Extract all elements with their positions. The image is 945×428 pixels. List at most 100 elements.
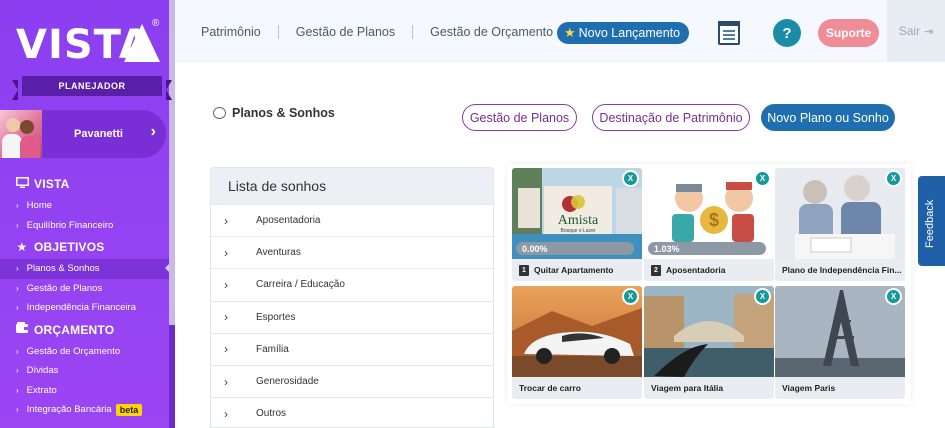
sidebar-item-independencia[interactable]: › Independência Financeira [0, 298, 169, 318]
sidebar-item-label: Planos & Sonhos [26, 263, 100, 275]
logout-button[interactable]: Sair ⇥ [887, 0, 945, 62]
close-icon[interactable]: X [622, 288, 639, 305]
chevron-right-icon: › [16, 201, 19, 211]
dream-card[interactable]: X Trocar de carro [512, 286, 642, 399]
sidebar-item-label: Equilíbrio Financeiro [26, 219, 114, 231]
beta-badge: beta [115, 403, 143, 416]
sidebar-item-gestao-orcamento[interactable]: › Gestão de Orçamento [0, 342, 169, 362]
chevron-right-icon: › [150, 123, 156, 140]
page-title: Planos & Sonhos [213, 106, 335, 120]
sidebar-item-integracao[interactable]: › Integração Bancária beta [0, 400, 169, 420]
list-item[interactable]: › Esportes [211, 300, 493, 333]
help-button[interactable]: ? [773, 19, 801, 47]
chevron-right-icon: › [224, 277, 228, 292]
list-item[interactable]: › Outros [211, 397, 493, 427]
new-plan-button[interactable]: Novo Plano ou Sonho [761, 104, 895, 131]
sidebar-item-label: Integração Bancária [26, 404, 112, 416]
logo-ribbon: PLANEJADOR [12, 76, 172, 100]
close-icon[interactable]: X [754, 170, 771, 187]
topnav-gestao-orcamento[interactable]: Gestão de Orçamento [430, 25, 553, 39]
list-item-label: Aventuras [256, 247, 301, 259]
top-nav: Patrimônio Gestão de Planos Gestão de Or… [201, 25, 553, 39]
sidebar-item-label: Independência Financeira [26, 302, 137, 314]
list-item[interactable]: › Aposentadoria [211, 204, 493, 236]
dream-card[interactable]: $ 1.03% X 2 Aposentadoria [644, 168, 774, 281]
sidebar-item-label: Gestão de Planos [26, 282, 103, 294]
sidebar-section-vista[interactable]: VISTA [0, 172, 169, 196]
topnav-gestao-planos[interactable]: Gestão de Planos [296, 25, 395, 39]
new-launch-label: Novo Lançamento [578, 26, 681, 40]
sidebar: VISTA ® PLANEJADOR Pavanetti › VISTA › Ho… [0, 0, 175, 428]
list-item[interactable]: › Carreira / Educação [211, 268, 493, 300]
monitor-icon [15, 176, 29, 192]
card-caption: Viagem para Itália [644, 377, 774, 399]
card-title: Viagem Paris [782, 383, 836, 393]
list-item-label: Outros [256, 408, 287, 420]
sidebar-item-planos-sonhos[interactable]: › Planos & Sonhos [0, 259, 169, 279]
sidebar-scrollbar[interactable] [169, 0, 175, 428]
chevron-right-icon: › [16, 283, 19, 293]
sidebar-section-orcamento[interactable]: ORÇAMENTO [0, 318, 169, 342]
user-name: Pavanetti [74, 128, 123, 140]
list-item[interactable]: › Generosidade [211, 364, 493, 397]
svg-text:$: $ [709, 210, 719, 230]
chevron-right-icon: › [16, 220, 19, 230]
card-title: Plano de Independência Fin... [782, 265, 902, 275]
sidebar-nav: VISTA › Home › Equilíbrio Financeiro ★ OBJ… [0, 172, 169, 420]
topnav-patrimonio[interactable]: Patrimônio [201, 25, 261, 39]
destinacao-patrimonio-button[interactable]: Destinação de Patrimônio [592, 104, 750, 131]
close-icon[interactable]: X [622, 170, 639, 187]
dream-card[interactable]: Amista Bosque e Lazer 0.00% X 1 Quitar Ap… [512, 168, 642, 281]
vista-logo[interactable]: VISTA ® PLANEJADOR [12, 18, 172, 102]
card-title: Quitar Apartamento [534, 265, 614, 275]
chevron-right-icon: › [224, 406, 228, 421]
list-item-label: Carreira / Educação [256, 279, 345, 291]
wallet-icon [15, 322, 29, 337]
card-caption: 2 Aposentadoria [644, 259, 774, 281]
card-caption: 1 Quitar Apartamento [512, 259, 642, 281]
close-icon[interactable]: X [885, 170, 902, 187]
sidebar-item-gestao-planos[interactable]: › Gestão de Planos [0, 279, 169, 299]
list-item[interactable]: › Família [211, 332, 493, 365]
star-icon: ★ [564, 25, 576, 40]
sidebar-item-extrato[interactable]: › Extrato [0, 381, 169, 401]
sidebar-item-home[interactable]: › Home [0, 196, 169, 216]
sidebar-section-objetivos[interactable]: ★ OBJETIVOS [0, 235, 169, 259]
user-card[interactable]: Pavanetti › [0, 110, 166, 158]
svg-text:Amista: Amista [558, 213, 599, 228]
divider [412, 25, 414, 39]
card-caption: Plano de Independência Fin... [775, 259, 905, 281]
chat-bubble-icon [213, 107, 226, 119]
dream-card[interactable]: X Viagem Paris [775, 286, 905, 399]
divider [277, 25, 279, 39]
list-item-label: Esportes [256, 311, 296, 323]
sidebar-item-dividas[interactable]: › Dívidas [0, 361, 169, 381]
new-launch-button[interactable]: ★ Novo Lançamento [557, 22, 690, 44]
dream-card[interactable]: X Plano de Independência Fin... [775, 168, 905, 281]
close-icon[interactable]: X [885, 288, 902, 305]
sidebar-section-title: ORÇAMENTO [34, 322, 115, 337]
avatar [0, 110, 42, 158]
list-item[interactable]: › Aventuras [211, 236, 493, 268]
dream-cards-panel: Amista Bosque e Lazer 0.00% X 1 Quitar Ap… [507, 164, 911, 404]
dream-list: Lista de sonhos › Aposentadoria › Aventura… [210, 167, 494, 428]
sidebar-item-label: Dívidas [26, 365, 59, 377]
gestao-planos-button[interactable]: Gestão de Planos [462, 104, 577, 131]
list-item-label: Aposentadoria [256, 215, 321, 227]
sidebar-item-label: Extrato [26, 384, 57, 396]
calendar-icon: 1 [519, 264, 529, 276]
sidebar-item-label: Gestão de Orçamento [26, 345, 121, 357]
feedback-tab[interactable]: Feedback [918, 176, 945, 266]
top-bar: Patrimônio Gestão de Planos Gestão de Or… [175, 0, 945, 62]
list-item-label: Generosidade [256, 376, 319, 388]
sidebar-section-title: OBJETIVOS [34, 240, 105, 254]
dream-card[interactable]: X Viagem para Itália [644, 286, 774, 399]
logo-triangle-icon [124, 24, 160, 62]
chevron-right-icon: › [224, 310, 228, 325]
chevron-right-icon: › [224, 374, 228, 389]
list-item-label: Família [256, 343, 289, 355]
calendar-icon[interactable] [718, 21, 740, 45]
support-button[interactable]: Suporte [818, 19, 879, 47]
sidebar-item-equilibrio[interactable]: › Equilíbrio Financeiro [0, 216, 169, 236]
close-icon[interactable]: X [754, 288, 771, 305]
